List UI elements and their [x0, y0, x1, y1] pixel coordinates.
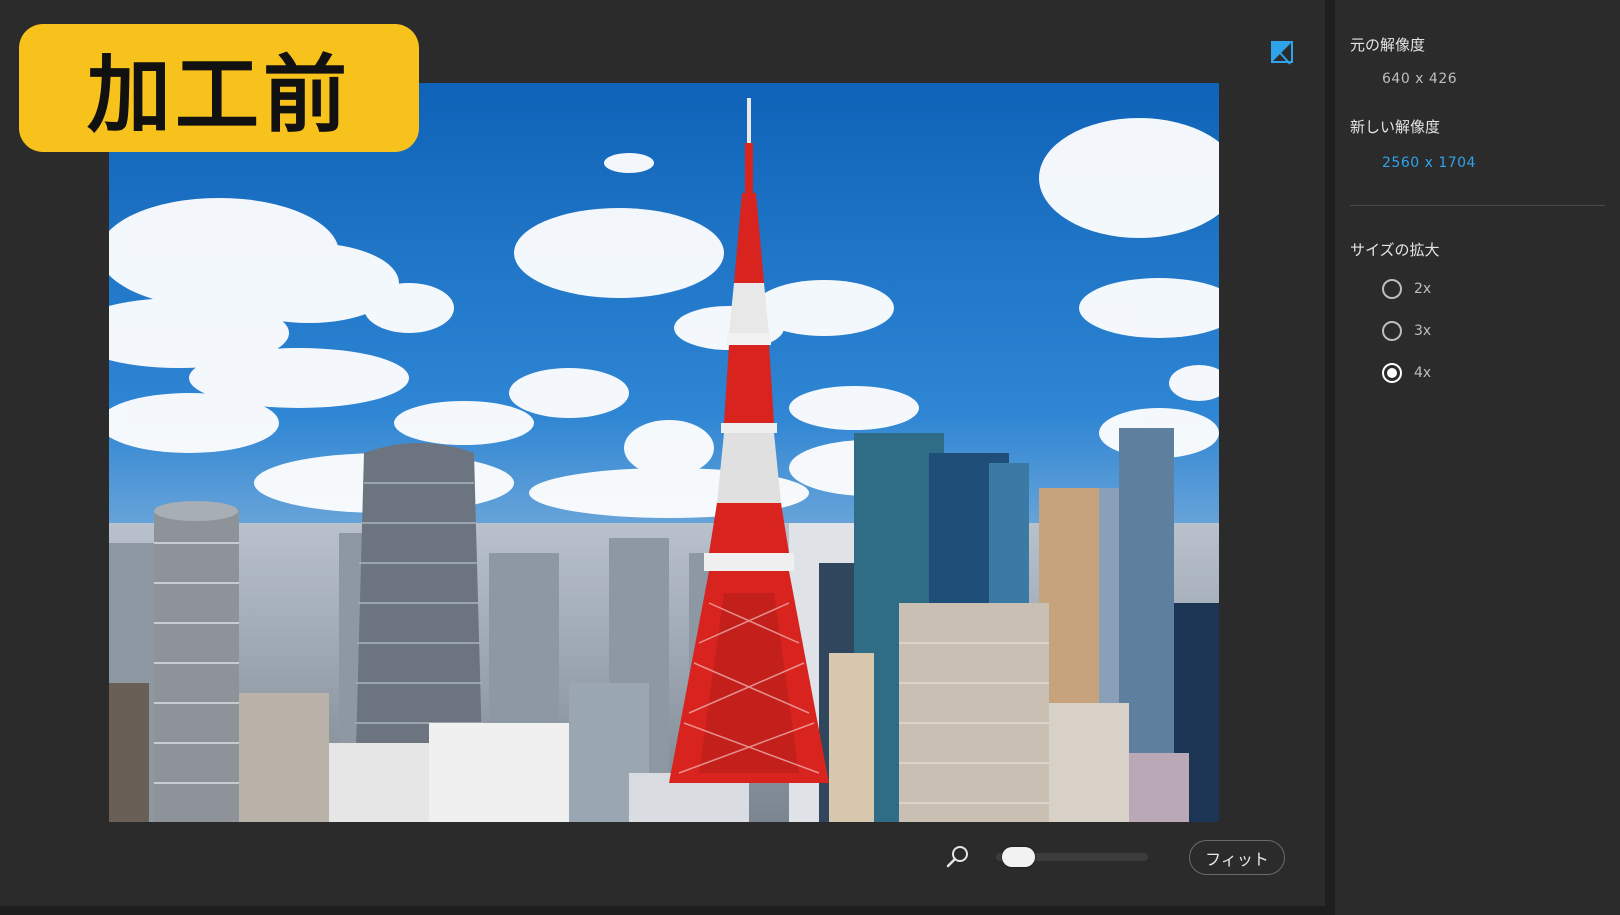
- magnifier-icon[interactable]: [945, 844, 971, 870]
- panel-divider: [1325, 0, 1335, 915]
- compare-toggle-icon[interactable]: [1268, 38, 1296, 66]
- preview-image: [109, 83, 1219, 822]
- settings-panel: 元の解像度 640 x 426 新しい解像度 2560 x 1704 サイズの拡…: [1335, 0, 1620, 915]
- before-badge-label: 加工前: [86, 45, 351, 144]
- settings-divider: [1350, 205, 1605, 206]
- preview-area: 加工前 フィット: [0, 0, 1325, 906]
- new-resolution-label: 新しい解像度: [1350, 118, 1441, 136]
- scale-option-label: 4x: [1414, 365, 1432, 381]
- scale-option-2x[interactable]: 2x: [1382, 279, 1431, 299]
- zoom-slider[interactable]: [996, 847, 1148, 867]
- scale-option-label: 3x: [1414, 323, 1432, 339]
- new-resolution-value: 2560 x 1704: [1382, 155, 1476, 171]
- scale-option-label: 2x: [1414, 281, 1432, 297]
- scale-option-4x[interactable]: 4x: [1382, 363, 1431, 383]
- radio-icon[interactable]: [1382, 321, 1402, 341]
- fit-button[interactable]: フィット: [1189, 840, 1285, 875]
- before-badge: 加工前: [19, 24, 419, 152]
- radio-checked-icon[interactable]: [1382, 363, 1402, 383]
- zoom-slider-thumb[interactable]: [1002, 847, 1035, 867]
- scale-option-3x[interactable]: 3x: [1382, 321, 1431, 341]
- radio-icon[interactable]: [1382, 279, 1402, 299]
- bottom-border: [0, 906, 1325, 915]
- original-resolution-label: 元の解像度: [1350, 36, 1426, 54]
- upscaler-window: 加工前 フィット 元の解像度 640 x 426 新しい解像度 2560 x 1…: [0, 0, 1620, 915]
- scale-label: サイズの拡大: [1350, 241, 1440, 259]
- original-resolution-value: 640 x 426: [1382, 71, 1458, 87]
